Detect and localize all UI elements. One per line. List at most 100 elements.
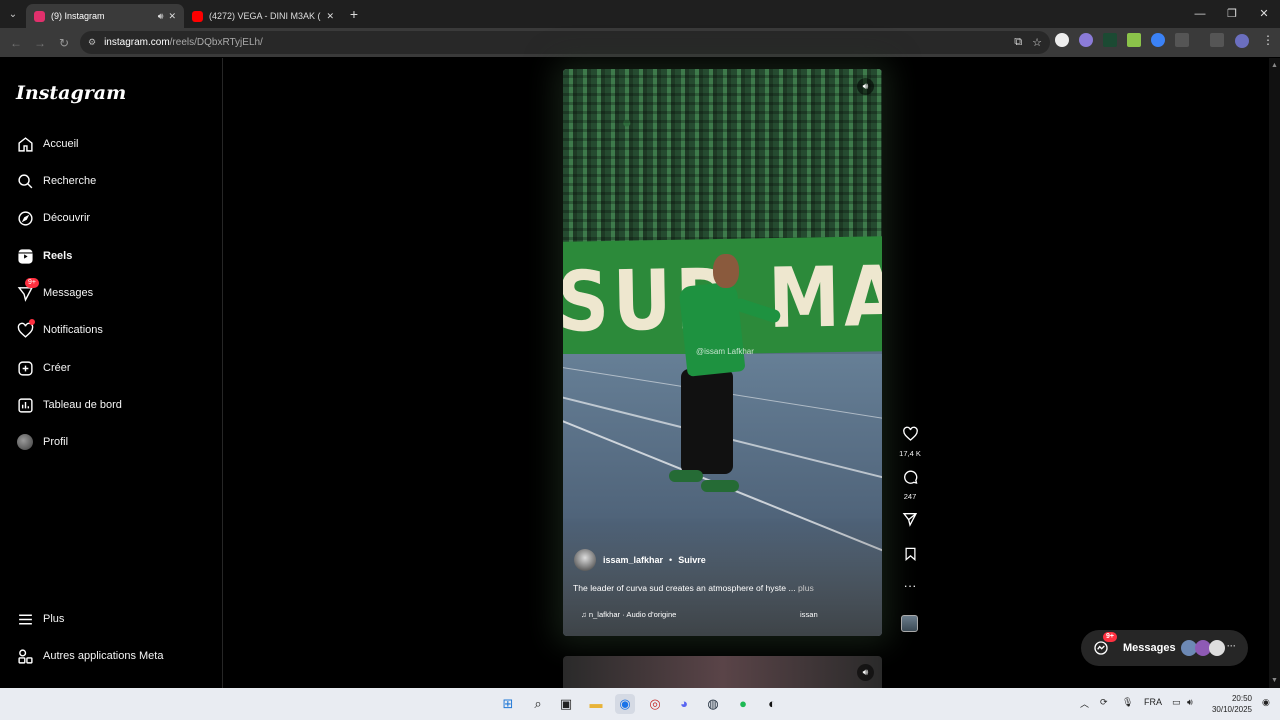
instagram-logo[interactable]: Instagram [16, 82, 126, 104]
address-bar[interactable]: ⚙ instagram.com/reels/DQbxRTyjELh/ ⧉ ☆ [80, 31, 1050, 54]
speaker-icon[interactable]: 🔊︎ [158, 11, 164, 22]
microphone-icon[interactable]: 🎙︎ [1122, 697, 1133, 708]
nav-tableau-de-bord[interactable]: Tableau de bord [16, 393, 122, 417]
nav-decouvrir[interactable]: Découvrir [16, 206, 90, 230]
reel-audio[interactable]: ♫ n_lafkhar · Audio d'origine [581, 610, 676, 619]
nav-reels[interactable]: Reels [16, 244, 72, 268]
tray-overflow-icon[interactable]: ︿ [1080, 697, 1089, 710]
author-avatar[interactable] [574, 549, 596, 571]
back-icon[interactable]: ← [4, 36, 28, 50]
display-icon[interactable]: ▭ [1172, 697, 1181, 708]
follow-button[interactable]: Suivre [678, 555, 706, 565]
nav-label: Reels [43, 250, 73, 262]
save-button[interactable] [897, 546, 923, 567]
person-shoe [701, 480, 739, 492]
task-view-icon[interactable]: ▣ [556, 694, 576, 714]
restore-icon[interactable]: ❐ [1216, 0, 1248, 28]
nav-recherche[interactable]: Recherche [16, 169, 96, 193]
file-explorer-icon[interactable]: ▬ [586, 694, 606, 714]
bookmark-star-icon[interactable]: ☆ [1032, 36, 1042, 49]
close-tab-icon[interactable]: ✕ [326, 11, 334, 22]
reel-caption: The leader of curva sud creates an atmos… [573, 583, 814, 593]
clock-time: 20:50 [1231, 694, 1252, 703]
steam-icon[interactable]: ◍ [703, 694, 723, 714]
system-clock[interactable]: 20:50 30/10/2025 [1200, 693, 1252, 715]
nav-messages[interactable]: 9+ Messages [16, 278, 93, 305]
extension-icon[interactable] [1127, 33, 1141, 47]
comment-icon [903, 470, 917, 484]
speaker-icon[interactable]: 🔊︎ [857, 78, 874, 95]
messages-pill-badge: 9+ [1103, 632, 1117, 642]
extensions-puzzle-icon[interactable] [1175, 33, 1189, 47]
crowd-texture [563, 69, 882, 249]
nav-meta-apps[interactable]: Autres applications Meta [16, 644, 163, 668]
author-username[interactable]: issam_lafkhar [603, 555, 663, 565]
page-scrollbar[interactable]: ▲ ▼ [1269, 58, 1280, 688]
extension-icon[interactable] [1103, 33, 1117, 47]
scroll-down-icon[interactable]: ▼ [1271, 677, 1278, 684]
meta-apps-icon [16, 647, 34, 665]
site-info-icon[interactable]: ⚙ [88, 37, 96, 48]
next-reel-preview[interactable] [563, 656, 882, 688]
caption-more-link[interactable]: plus [798, 583, 814, 593]
tab-title: (9) Instagram [51, 11, 105, 21]
volume-icon[interactable]: 🔊︎ [1187, 697, 1193, 708]
nav-accueil[interactable]: Accueil [16, 132, 78, 156]
chrome-icon[interactable]: ◉ [615, 694, 635, 714]
tab-search-button[interactable]: ⌄ [0, 0, 26, 28]
nav-profil[interactable]: Profil [16, 430, 68, 454]
nav-label: Autres applications Meta [43, 650, 164, 662]
audio-thumbnail[interactable] [901, 615, 918, 632]
notification-center-icon[interactable]: ◉ [1262, 697, 1270, 708]
forward-icon[interactable]: → [28, 36, 52, 50]
close-tab-icon[interactable]: ✕ [168, 11, 176, 22]
nav-notifications[interactable]: Notifications [16, 318, 103, 342]
heart-icon [902, 426, 918, 441]
nav-label: Plus [43, 613, 65, 625]
tab-instagram[interactable]: (9) Instagram 🔊︎ ✕ [26, 4, 184, 28]
more-contacts-icon: ··· [1227, 641, 1236, 651]
comment-count: 247 [903, 492, 917, 501]
extension-icon[interactable] [1055, 33, 1069, 47]
install-app-icon[interactable]: ⧉ [1014, 36, 1022, 49]
browser-profile-avatar[interactable] [1235, 34, 1249, 48]
new-tab-button[interactable]: + [342, 6, 366, 22]
extension-icon[interactable] [1079, 33, 1093, 47]
comment-button[interactable]: 247 [897, 469, 923, 501]
extension-icon[interactable] [1151, 33, 1165, 47]
app-icon[interactable]: ◐ [762, 694, 782, 714]
nav-creer[interactable]: Créer [16, 356, 71, 380]
reload-icon[interactable]: ↻ [52, 36, 76, 50]
language-indicator[interactable]: FRA [1144, 697, 1162, 707]
reading-list-icon[interactable] [1210, 33, 1224, 47]
windows-start-icon[interactable]: ⊞ [498, 694, 518, 714]
url-path: /reels/DQbxRTyjELh/ [169, 37, 263, 48]
youtube-favicon-icon [192, 10, 203, 22]
reel-video[interactable]: SUD MAGA @issam Lafkhar 🔊︎ issam_lafkhar… [563, 69, 882, 636]
speaker-icon[interactable]: 🔊︎ [857, 664, 874, 681]
tab-title: (4272) VEGA - DINI M3AK (Lyric [209, 11, 321, 21]
clock-date: 30/10/2025 [1211, 705, 1252, 714]
scroll-up-icon[interactable]: ▲ [1271, 62, 1278, 69]
close-window-icon[interactable]: ✕ [1248, 0, 1280, 28]
more-options-icon[interactable]: ··· [897, 579, 923, 593]
nav-label: Recherche [43, 175, 97, 187]
reel-author: issam_lafkhar • Suivre [574, 549, 706, 571]
nav-label: Accueil [43, 138, 79, 150]
sync-icon[interactable]: ⟳ [1100, 697, 1108, 708]
share-icon [902, 513, 918, 527]
notification-dot [29, 319, 35, 325]
discord-icon[interactable]: ◕ [674, 694, 694, 714]
messenger-icon: 9+ [16, 278, 39, 302]
app-icon[interactable]: ◎ [645, 694, 665, 714]
spotify-icon[interactable]: ● [733, 694, 753, 714]
share-button[interactable] [897, 511, 923, 532]
like-button[interactable]: 17,4 K [897, 426, 923, 458]
browser-menu-icon[interactable]: ⋮ [1262, 33, 1274, 47]
messages-pill[interactable]: 9+ Messages ··· [1081, 630, 1248, 666]
taskbar-search-icon[interactable]: ⌕ [528, 694, 548, 714]
music-note-icon: ♫ [581, 610, 587, 619]
nav-plus[interactable]: Plus [16, 607, 64, 631]
minimize-icon[interactable]: — [1184, 0, 1216, 28]
tab-youtube[interactable]: (4272) VEGA - DINI M3AK (Lyric ✕ [184, 4, 342, 28]
